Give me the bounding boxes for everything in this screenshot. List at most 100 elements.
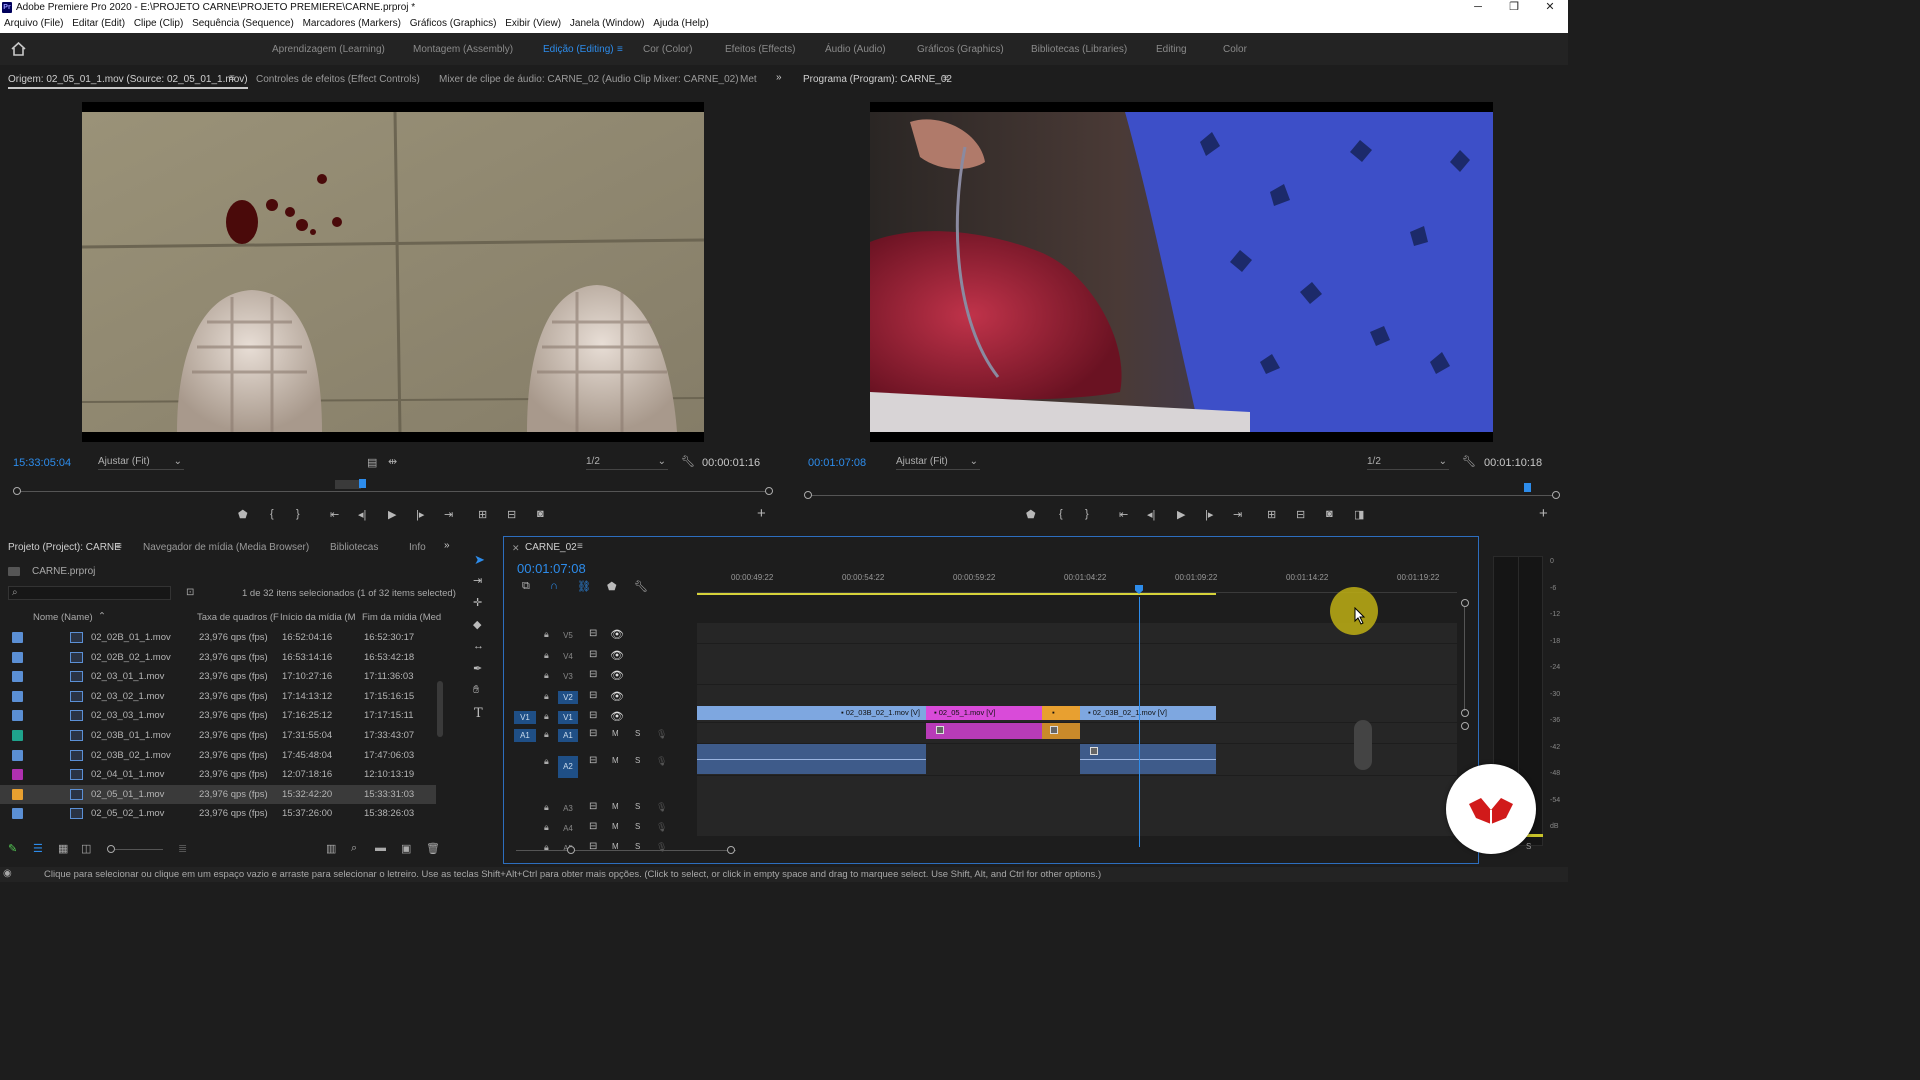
mute-button[interactable]: M	[612, 756, 619, 765]
menu-graphics[interactable]: Gráficos (Graphics)	[406, 16, 497, 29]
project-item-row[interactable]: 02_03_03_1.mov 23,976 qps (fps) 17:16:25:1…	[0, 706, 436, 726]
track-target-toggle[interactable]: V5	[558, 629, 578, 642]
tab-audio-clip-mixer[interactable]: Mixer de clipe de áudio: CARNE_02 (Audio…	[439, 74, 739, 85]
program-zoom-dropdown[interactable]: Ajustar (Fit) ⌄	[896, 456, 980, 470]
wrench-icon[interactable]: 🔧︎	[1462, 455, 1476, 468]
new-bin-icon[interactable]: ▬	[375, 842, 386, 854]
microphone-icon[interactable]: 🎙︎	[656, 756, 667, 767]
linked-selection-icon[interactable]: ⛓	[577, 580, 591, 593]
pen-tool-icon[interactable]: ✒	[473, 662, 482, 675]
eye-icon[interactable]: 👁︎	[610, 710, 624, 723]
menu-edit[interactable]: Editar (Edit)	[68, 16, 125, 29]
new-item-icon[interactable]: ▣	[401, 842, 411, 855]
column-name[interactable]: Nome (Name)	[33, 612, 93, 623]
slip-tool-icon[interactable]: ↔	[473, 640, 484, 652]
tab-sequence[interactable]: CARNE_02	[525, 542, 577, 553]
go-to-in-icon[interactable]: ⇤	[330, 508, 339, 521]
workspace-color-2[interactable]: Color	[1223, 44, 1247, 55]
thumbnail-zoom-slider[interactable]	[107, 845, 115, 853]
nest-toggle-icon[interactable]: ⧉	[522, 580, 530, 593]
icon-view-icon[interactable]: ▦	[58, 842, 68, 855]
video-clip[interactable]: ▪ 02_05_1.mov [V]	[926, 706, 1042, 720]
label-color-swatch[interactable]	[12, 710, 23, 722]
program-playhead[interactable]	[1523, 483, 1531, 492]
microphone-icon[interactable]: 🎙︎	[656, 822, 667, 833]
close-sequence-icon[interactable]: ✕	[512, 543, 520, 554]
add-marker-icon[interactable]: ⬟	[607, 580, 617, 593]
label-color-swatch[interactable]	[12, 808, 23, 820]
export-frame-icon[interactable]: ◙	[1326, 508, 1333, 520]
sync-lock-icon[interactable]: ⊟	[589, 821, 597, 832]
video-clip[interactable]: ▪ 02_03B_02_1.mov [V]	[697, 706, 926, 720]
workspace-libraries[interactable]: Bibliotecas (Libraries)	[1031, 44, 1127, 55]
workspace-editing-2[interactable]: Editing	[1156, 44, 1187, 55]
column-media-start[interactable]: Início da mídia (M	[280, 612, 356, 623]
label-color-swatch[interactable]	[12, 769, 23, 781]
sync-lock-icon[interactable]: ⊟	[589, 628, 597, 639]
project-search-input[interactable]: ⌕	[8, 586, 171, 600]
lock-icon[interactable]: 🔒︎	[544, 670, 549, 681]
workspace-learning[interactable]: Aprendizagem (Learning)	[272, 44, 385, 55]
panel-overflow-icon[interactable]: »	[444, 540, 450, 551]
menu-view[interactable]: Exibir (View)	[501, 16, 561, 29]
workspace-editing[interactable]: Edição (Editing)	[543, 44, 614, 55]
audio-zoom-handle[interactable]	[1461, 722, 1469, 730]
tab-program[interactable]: Programa (Program): CARNE_02	[803, 74, 952, 85]
wrench-icon[interactable]: 🔧︎	[681, 455, 695, 468]
step-forward-icon[interactable]: |▸	[416, 508, 424, 521]
horizontal-zoom-handle[interactable]	[727, 846, 735, 854]
project-item-row[interactable]: 02_05_02_1.mov 23,976 qps (fps) 15:37:26:0…	[0, 804, 436, 823]
lock-icon[interactable]: 🔒︎	[544, 629, 549, 640]
home-icon[interactable]	[11, 42, 26, 56]
column-media-end[interactable]: Fim da mídia (Med	[362, 612, 441, 623]
tab-project[interactable]: Projeto (Project): CARNE	[8, 542, 121, 553]
overwrite-icon[interactable]: ⊟	[507, 508, 516, 521]
step-back-icon[interactable]: ◂|	[358, 508, 366, 521]
find-icon[interactable]: ⌕	[351, 842, 357, 855]
sync-lock-icon[interactable]: ⊟	[589, 755, 597, 766]
track-select-tool-icon[interactable]: ⇥	[473, 574, 482, 587]
snap-icon[interactable]: ∩	[550, 580, 558, 592]
project-panel-menu-icon[interactable]: ≡	[116, 541, 122, 552]
audio-scrollbar[interactable]	[1354, 720, 1372, 770]
microphone-icon[interactable]: 🎙︎	[656, 729, 667, 740]
audio-clip[interactable]	[697, 744, 926, 774]
track-target-toggle[interactable]: V2	[558, 691, 578, 704]
go-to-out-icon[interactable]: ⇥	[444, 508, 453, 521]
lock-icon[interactable]: 🔒︎	[544, 691, 549, 702]
sync-lock-icon[interactable]: ⊟	[589, 690, 597, 701]
lock-icon[interactable]: 🔒︎	[544, 822, 549, 833]
export-frame-icon[interactable]: ◙	[537, 508, 544, 520]
label-color-swatch[interactable]	[12, 730, 23, 741]
automate-to-sequence-icon[interactable]: ▥	[326, 842, 336, 855]
project-item-row[interactable]: 02_03B_02_1.mov 23,976 qps (fps) 17:45:48:…	[0, 746, 436, 766]
add-button-icon[interactable]: +	[757, 505, 766, 522]
eye-icon[interactable]: 👁︎	[610, 669, 624, 682]
lock-icon[interactable]: 🔒︎	[544, 756, 549, 767]
label-color-swatch[interactable]	[12, 651, 23, 663]
close-button[interactable]: ✕	[1532, 0, 1568, 16]
solo-button[interactable]: S	[635, 802, 640, 811]
label-color-swatch[interactable]	[12, 690, 23, 702]
freeform-view-icon[interactable]: ◫	[81, 842, 91, 855]
comparison-view-icon[interactable]: ◨	[1354, 508, 1364, 521]
timeline-panel-menu-icon[interactable]: ≡	[577, 541, 583, 552]
hand-tool-icon[interactable]: ✋︎	[473, 684, 479, 697]
tab-effect-controls[interactable]: Controles de efeitos (Effect Controls)	[256, 74, 420, 85]
play-icon[interactable]: ▶	[388, 508, 396, 521]
workspace-effects[interactable]: Efeitos (Effects)	[725, 44, 795, 55]
source-video-frame[interactable]	[81, 102, 705, 442]
menu-markers[interactable]: Marcadores (Markers)	[299, 16, 401, 29]
lock-icon[interactable]: 🔒︎	[544, 650, 549, 661]
play-icon[interactable]: ▶	[1177, 508, 1185, 521]
menu-sequence[interactable]: Sequência (Sequence)	[188, 16, 294, 29]
project-scrollbar[interactable]	[437, 681, 443, 737]
menu-clip[interactable]: Clipe (Clip)	[130, 16, 183, 29]
program-zoom-handle-right[interactable]	[1552, 491, 1560, 499]
go-to-out-icon[interactable]: ⇥	[1233, 508, 1242, 521]
horizontal-zoom-handle[interactable]	[567, 846, 575, 854]
minimize-button[interactable]: ─	[1460, 0, 1496, 16]
source-time-ruler[interactable]	[13, 479, 773, 497]
program-time-ruler[interactable]	[804, 483, 1560, 501]
menu-window[interactable]: Janela (Window)	[566, 16, 644, 29]
